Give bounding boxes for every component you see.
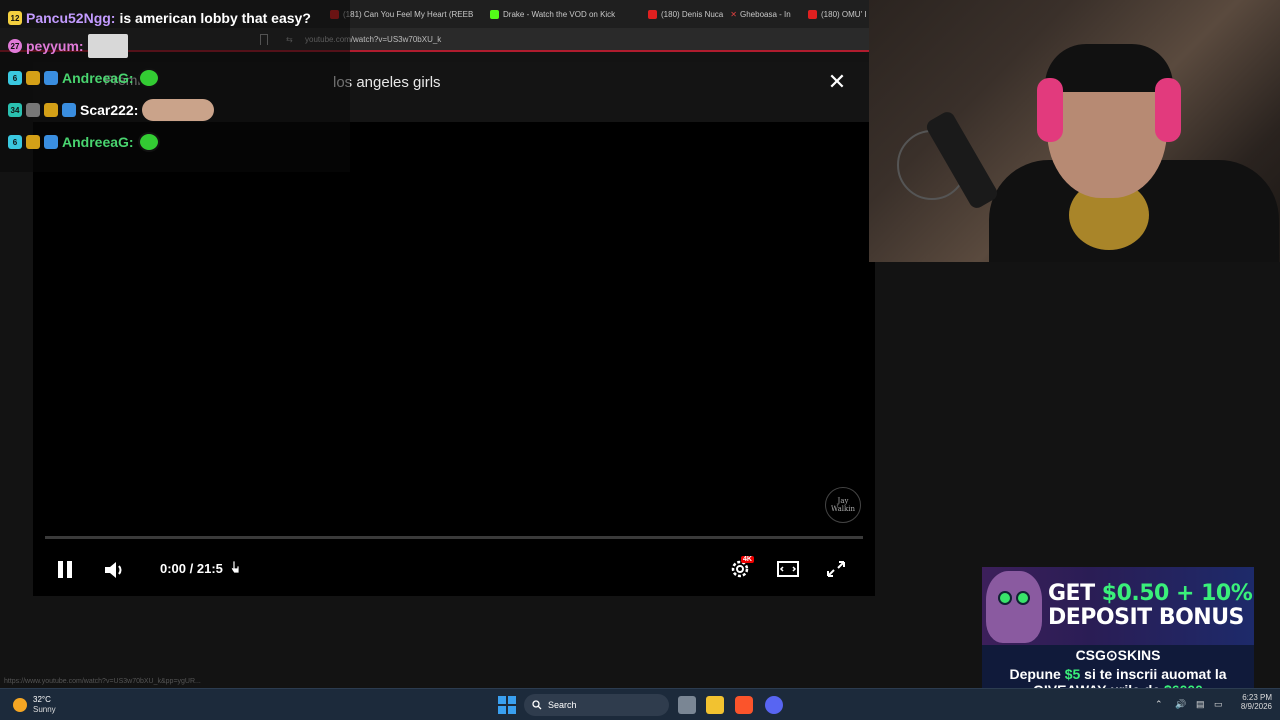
arrow-badge-icon [62, 103, 76, 117]
close-icon[interactable]: ✕ [826, 70, 848, 94]
badge-icon: 6 [8, 71, 22, 85]
network-icon[interactable]: ▤ [1196, 699, 1205, 710]
volume-button[interactable] [103, 560, 127, 580]
chat-message: 6 AndreeaG: [8, 65, 160, 91]
tab-label: (180) Denis Nuca [661, 9, 724, 19]
headphone-icon [1155, 78, 1181, 142]
chat-message: 12 Pancu52Ngg: is american lobby that ea… [8, 5, 311, 31]
speaker-icon[interactable]: 🔊 [1175, 699, 1186, 710]
chevron-up-icon[interactable]: ⌃ [1155, 699, 1163, 710]
crown-badge-icon [44, 103, 58, 117]
file-explorer-icon[interactable] [706, 696, 724, 714]
brave-browser-icon[interactable] [735, 696, 753, 714]
crown-badge-icon [26, 71, 40, 85]
quality-badge: 4K [741, 556, 754, 563]
ad-mascot [986, 571, 1042, 643]
settings-button[interactable]: 4K [728, 556, 754, 581]
tab-label: (181) Can You Feel My Heart (REEB [343, 9, 474, 19]
browser-tab[interactable]: (180) Denis Nuca ✕ [648, 6, 736, 22]
progress-bar[interactable] [45, 536, 863, 539]
hand-cursor-icon [230, 560, 240, 574]
ad-banner: GET $0.50 + 10% DEPOSIT BONUS [982, 567, 1254, 645]
browser-tab[interactable]: Gheboasa - In [740, 6, 798, 22]
clock-date: 8/9/2026 [1240, 702, 1272, 711]
close-tab-icon[interactable]: ✕ [730, 10, 736, 19]
sub-badge: 12 [8, 11, 22, 25]
chat-username: peyyum: [26, 38, 84, 54]
screen: (181) Can You Feel My Heart (REEB Drake … [0, 0, 1280, 720]
green-emote-icon [137, 68, 160, 88]
chat-message: 34 Scar222: [8, 97, 215, 123]
status-url: https://www.youtube.com/watch?v=US3w70bX… [4, 678, 201, 685]
watermark-text: Jay Walkin [831, 497, 855, 513]
tab-label: Gheboasa - In [740, 9, 791, 19]
green-emote-icon [137, 132, 160, 152]
expand-icon [827, 561, 845, 577]
clock-time: 6:23 PM [1242, 693, 1272, 702]
mascot-eye [1016, 591, 1030, 605]
battery-icon[interactable]: ▭ [1214, 699, 1223, 710]
pause-button[interactable] [56, 559, 74, 581]
theater-mode-button[interactable] [776, 559, 800, 579]
weather-condition[interactable]: Sunny [33, 705, 56, 714]
browser-tab[interactable]: (181) Can You Feel My Heart (REEB [330, 6, 475, 22]
arm-emote-image [142, 99, 215, 121]
tab-label: Drake - Watch the VOD on Kick [503, 9, 616, 19]
tab-label: (180) OMU' I [821, 9, 867, 19]
arrow-badge-icon [44, 71, 58, 85]
browser-tab[interactable]: (180) OMU' I [808, 6, 870, 22]
sun-icon[interactable] [13, 698, 27, 712]
kick-icon [490, 9, 499, 19]
arrow-badge-icon [44, 135, 58, 149]
chat-username: Scar222: [80, 102, 139, 118]
crown-badge-icon [26, 135, 40, 149]
ad-headline-2: DEPOSIT BONUS [1048, 605, 1244, 630]
sponsor-ad[interactable]: GET $0.50 + 10% DEPOSIT BONUS CSG⊙SKINS … [982, 567, 1254, 697]
volume-icon [105, 562, 122, 578]
webcam-feed [869, 0, 1280, 262]
taskbar-search[interactable]: Search [524, 694, 669, 716]
channel-watermark[interactable]: Jay Walkin [825, 487, 861, 523]
ad-brand: CSG⊙SKINS [1075, 647, 1161, 663]
task-view-icon[interactable] [678, 696, 696, 714]
ad-headline-1: GET $0.50 + 10% [1048, 581, 1253, 606]
time-display: 0:00 / 21:5 [160, 561, 223, 576]
start-button[interactable] [498, 696, 516, 714]
fullscreen-button[interactable] [825, 559, 847, 579]
youtube-icon [648, 9, 657, 19]
stream-chat-overlay: Premiu 12 Pancu52Ngg: is american lobby … [0, 0, 350, 172]
ad-text-line-1: Depune $5 si te inscrii auomat la [1009, 666, 1227, 682]
headphone-icon [1037, 78, 1063, 142]
sub-badge: 27 [8, 39, 22, 53]
chat-username: AndreeaG: [62, 134, 134, 150]
system-clock[interactable]: 6:23 PM 8/9/2026 [1228, 693, 1272, 711]
sub-badge: 34 [8, 103, 22, 117]
sword-badge-icon [26, 103, 40, 117]
badge-icon: 6 [8, 135, 22, 149]
chat-text: is american lobby that easy? [119, 10, 311, 26]
chat-message: 6 AndreeaG: [8, 129, 160, 155]
search-label: Search [548, 700, 577, 710]
mascot-eye [998, 591, 1012, 605]
chat-username: AndreeaG: [62, 70, 134, 86]
youtube-icon [808, 9, 817, 19]
windows-icon [498, 696, 506, 704]
browser-tab[interactable]: Drake - Watch the VOD on Kick [490, 6, 630, 22]
chat-username: Pancu52Ngg: [26, 10, 116, 26]
pause-icon [58, 561, 63, 578]
taskbar: 32°C Sunny Search ⌃ 🔊 ▤ ▭ 6:23 PM 8/9/20… [0, 688, 1280, 720]
streamer-cap [1045, 44, 1173, 92]
emote-image [87, 34, 128, 58]
search-icon [532, 700, 542, 710]
theater-icon [777, 561, 799, 577]
chat-message: 27 peyyum: [8, 33, 128, 59]
weather-temp[interactable]: 32°C [33, 695, 51, 704]
discord-icon[interactable] [765, 696, 783, 714]
